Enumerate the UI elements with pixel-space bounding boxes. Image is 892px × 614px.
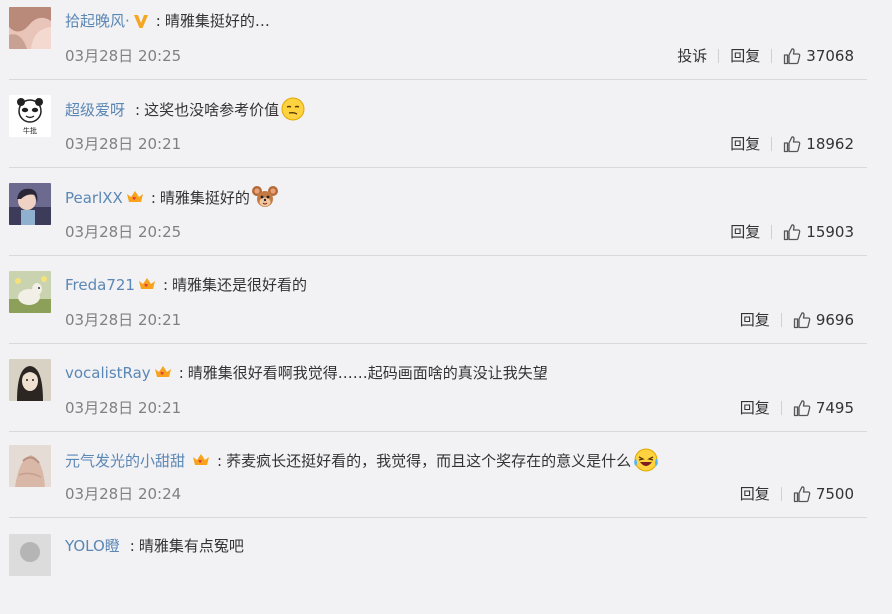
comment-actions: 回复 7500: [729, 483, 854, 505]
row-divider: [9, 517, 867, 518]
avatar[interactable]: 牛批: [9, 95, 51, 137]
smirk-emoji-icon: [281, 97, 305, 128]
report-button[interactable]: 投诉: [666, 45, 718, 67]
like-count: 7495: [815, 399, 854, 417]
avatar[interactable]: [9, 183, 51, 225]
comment-item: 元气发光的小甜甜: 荞麦疯长还挺好看的，我觉得，而且这个奖存在的意义是什么 03月…: [0, 440, 892, 528]
comment-content: 晴雅集还是很好看的: [172, 276, 308, 294]
row-divider: [9, 431, 867, 432]
comment-item: PearlXX: 晴雅集挺好的 03月28日 20:25 回复 15903: [0, 176, 892, 264]
comment-time: 03月28日 20:25: [65, 47, 182, 65]
comment-time: 03月28日 20:24: [65, 485, 182, 503]
comment-item: 拾起晚风·: 晴雅集挺好的… 03月28日 20:25 投诉 回复 37068: [0, 0, 892, 88]
comment-content: 晴雅集挺好的: [159, 189, 250, 207]
comment-text-line: PearlXX: 晴雅集挺好的: [65, 185, 278, 209]
thumbs-up-icon: [793, 400, 811, 417]
username-link[interactable]: PearlXX: [65, 189, 123, 207]
mouse-face-icon: [251, 185, 278, 216]
crown-heart-icon: [137, 274, 157, 301]
colon-separator: :: [135, 101, 141, 119]
comment-item: Freda721: 晴雅集还是很好看的 03月28日 20:21 回复 9696: [0, 264, 892, 352]
like-count: 7500: [815, 485, 854, 503]
colon-separator: :: [178, 364, 184, 382]
comment-item: 牛批 超级爱呀: 这奖也没啥参考价值 03月28日 20:21 回复 18962: [0, 88, 892, 176]
reply-button[interactable]: 回复: [719, 133, 771, 155]
thumbs-up-icon: [793, 312, 811, 329]
vip-v-icon: [132, 12, 150, 37]
username-link[interactable]: 元气发光的小甜甜: [65, 452, 185, 470]
row-divider: [9, 343, 867, 344]
comment-content: 这奖也没啥参考价值: [144, 101, 280, 119]
comment-item: YOLO瞪: 晴雅集有点冤吧: [0, 526, 892, 614]
like-count: 18962: [806, 135, 854, 153]
username-link[interactable]: vocalistRay: [65, 364, 151, 382]
like-button[interactable]: 37068: [772, 45, 854, 67]
like-button[interactable]: 7495: [782, 397, 854, 419]
thumbs-up-icon: [784, 48, 801, 65]
like-button[interactable]: 7500: [782, 483, 854, 505]
like-count: 9696: [815, 311, 854, 329]
reply-button[interactable]: 回复: [729, 397, 781, 419]
comment-actions: 回复 18962: [719, 133, 854, 155]
comment-item: vocalistRay: 晴雅集很好看啊我觉得……起码画面啥的真没让我失望 03月…: [0, 352, 892, 440]
reply-button[interactable]: 回复: [729, 309, 781, 331]
avatar[interactable]: [9, 359, 51, 401]
like-count: 37068: [806, 47, 854, 65]
crown-heart-icon: [191, 450, 211, 477]
like-button[interactable]: 9696: [782, 309, 854, 331]
comment-time: 03月28日 20:21: [65, 399, 182, 417]
comment-text-line: 拾起晚风·: 晴雅集挺好的…: [65, 9, 270, 33]
colon-separator: :: [150, 189, 156, 207]
reply-button[interactable]: 回复: [719, 45, 771, 67]
like-button[interactable]: 18962: [772, 133, 854, 155]
row-divider: [9, 255, 867, 256]
comment-actions: 回复 9696: [729, 309, 854, 331]
comment-content: 荞麦疯长还挺好看的，我觉得，而且这个奖存在的意义是什么: [226, 452, 632, 470]
thumbs-up-icon: [784, 136, 801, 153]
comment-content: 晴雅集有点冤吧: [138, 537, 244, 555]
like-button[interactable]: 15903: [772, 221, 854, 243]
username-link[interactable]: Freda721: [65, 276, 135, 294]
avatar[interactable]: [9, 271, 51, 313]
row-divider: [9, 79, 867, 80]
comment-time: 03月28日 20:21: [65, 311, 182, 329]
username-link[interactable]: YOLO瞪: [65, 537, 120, 555]
avatar-caption: 牛批: [23, 126, 37, 135]
comment-text-line: 超级爱呀: 这奖也没啥参考价值: [65, 97, 305, 121]
comment-text-line: 元气发光的小甜甜: 荞麦疯长还挺好看的，我觉得，而且这个奖存在的意义是什么: [65, 448, 659, 472]
row-divider: [9, 167, 867, 168]
colon-separator: :: [162, 276, 169, 294]
comment-time: 03月28日 20:21: [65, 135, 182, 153]
reply-button[interactable]: 回复: [729, 483, 781, 505]
colon-separator: :: [217, 452, 223, 470]
reply-button[interactable]: 回复: [719, 221, 771, 243]
thumbs-up-icon: [793, 486, 811, 503]
laugh-cry-emoji-icon: [633, 448, 659, 479]
crown-heart-icon: [125, 187, 145, 214]
comment-content: 晴雅集挺好的…: [164, 12, 270, 30]
crown-heart-icon: [153, 362, 173, 389]
username-link[interactable]: 超级爱呀: [65, 101, 125, 119]
avatar[interactable]: [9, 534, 51, 576]
comment-actions: 投诉 回复 37068: [666, 45, 854, 67]
comment-actions: 回复 7495: [729, 397, 854, 419]
colon-separator: :: [155, 12, 161, 30]
comment-text-line: YOLO瞪: 晴雅集有点冤吧: [65, 534, 244, 558]
comment-text-line: Freda721: 晴雅集还是很好看的: [65, 273, 307, 297]
colon-separator: :: [129, 537, 135, 555]
thumbs-up-icon: [784, 224, 801, 241]
avatar[interactable]: [9, 7, 51, 49]
comment-time: 03月28日 20:25: [65, 223, 182, 241]
comment-text-line: vocalistRay: 晴雅集很好看啊我觉得……起码画面啥的真没让我失望: [65, 361, 548, 385]
comment-content: 晴雅集很好看啊我觉得……起码画面啥的真没让我失望: [187, 364, 548, 382]
avatar[interactable]: [9, 445, 51, 487]
like-count: 15903: [806, 223, 854, 241]
username-link[interactable]: 拾起晚风·: [65, 12, 130, 30]
comment-actions: 回复 15903: [719, 221, 854, 243]
